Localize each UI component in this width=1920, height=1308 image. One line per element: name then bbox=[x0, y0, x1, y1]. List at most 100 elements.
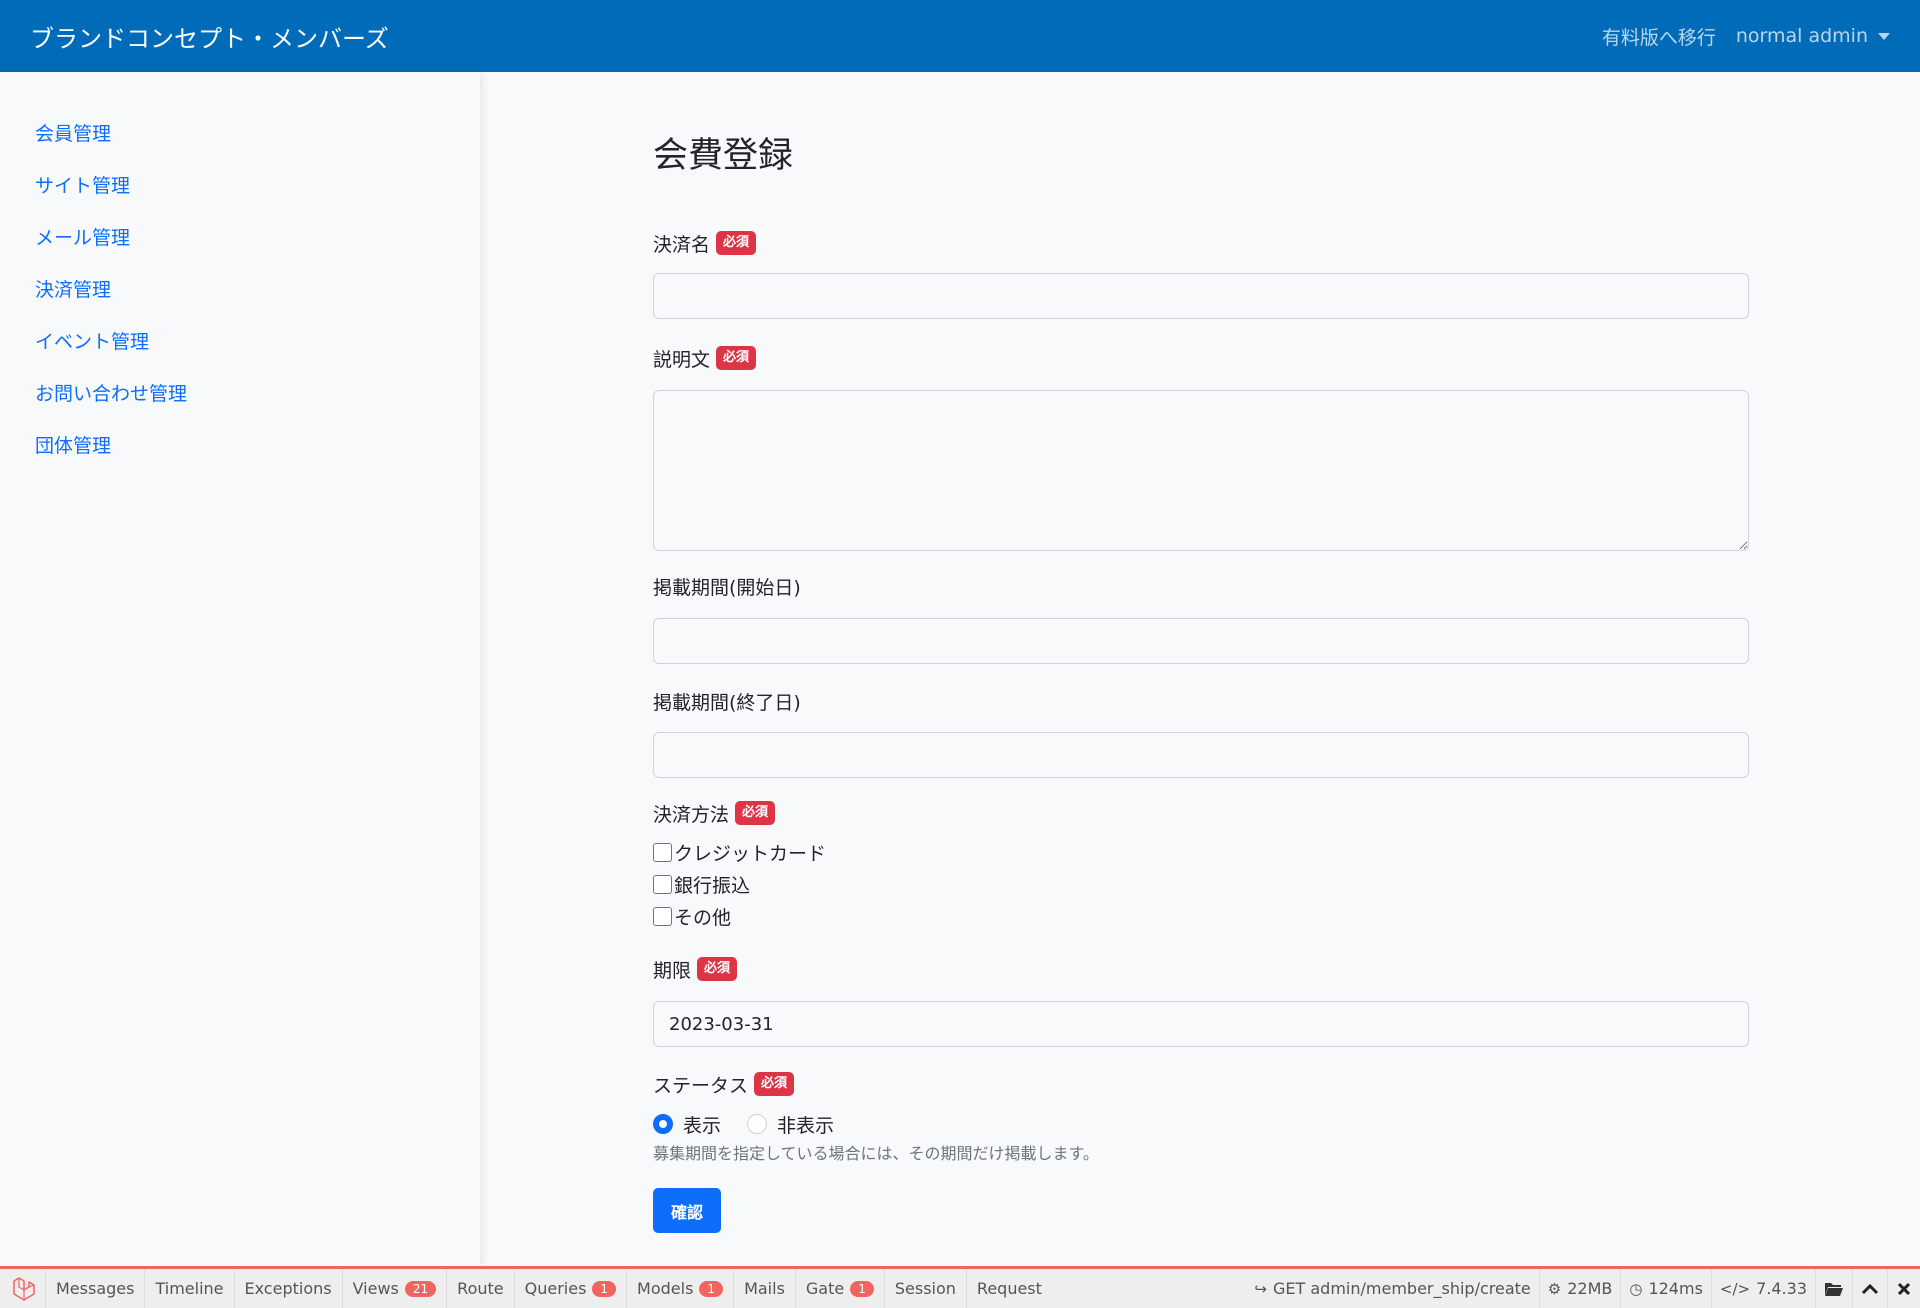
debugbar-tab-exceptions[interactable]: Exceptions bbox=[235, 1269, 343, 1308]
debugbar-tab-label: Exceptions bbox=[244, 1279, 332, 1298]
navbar-right: 有料版へ移行 normal admin bbox=[1602, 23, 1890, 50]
debugbar-tab-models[interactable]: Models 1 bbox=[627, 1269, 735, 1308]
sidebar-item-payment[interactable]: 決済管理 bbox=[0, 264, 480, 316]
required-badge: 必須 bbox=[716, 346, 757, 370]
debugbar-tab-queries[interactable]: Queries 1 bbox=[515, 1269, 628, 1308]
payment-method-label-text: 決済方法 bbox=[653, 803, 730, 826]
debugbar-count-badge: 21 bbox=[404, 1280, 437, 1297]
sidebar-item-mail[interactable]: メール管理 bbox=[0, 212, 480, 264]
deadline-input[interactable] bbox=[653, 1001, 1749, 1047]
sidebar-item-event[interactable]: イベント管理 bbox=[0, 316, 480, 368]
checkbox-other-label: その他 bbox=[674, 906, 732, 929]
sidebar: 会員管理 サイト管理 メール管理 決済管理 イベント管理 お問い合わせ管理 団体… bbox=[0, 72, 480, 1268]
confirm-button[interactable]: 確認 bbox=[653, 1188, 721, 1233]
folder-open-icon bbox=[1825, 1282, 1843, 1296]
debugbar-maximize-button[interactable] bbox=[1852, 1269, 1887, 1308]
debugbar-tab-gate[interactable]: Gate 1 bbox=[796, 1269, 885, 1308]
debugbar-tab-mails[interactable]: Mails bbox=[734, 1269, 796, 1308]
payment-method-label: 決済方法 必須 bbox=[653, 798, 1749, 828]
debugbar-memory-indicator[interactable]: ⚙ 22MB bbox=[1538, 1269, 1621, 1308]
sidebar-item-contact[interactable]: お問い合わせ管理 bbox=[0, 368, 480, 420]
status-label-text: ステータス bbox=[653, 1074, 749, 1097]
debugbar-php-indicator[interactable]: </> 7.4.33 bbox=[1710, 1269, 1815, 1308]
debugbar-tab-views[interactable]: Views 21 bbox=[343, 1269, 448, 1308]
debugbar-route-indicator[interactable]: ↪ GET admin/member_ship/create bbox=[1246, 1269, 1538, 1308]
debugbar-tab-route[interactable]: Route bbox=[447, 1269, 515, 1308]
checkbox-bank[interactable] bbox=[653, 874, 672, 894]
sidebar-item-site[interactable]: サイト管理 bbox=[0, 160, 480, 212]
debugbar-tab-label: Views bbox=[352, 1279, 399, 1298]
debugbar-tab-label: Queries bbox=[524, 1279, 587, 1298]
end-date-input[interactable] bbox=[653, 732, 1749, 778]
debugbar-time-indicator[interactable]: ◷ 124ms bbox=[1620, 1269, 1711, 1308]
required-badge: 必須 bbox=[754, 1072, 795, 1096]
debugbar-tabs: Messages Timeline Exceptions Views 21 Rou… bbox=[0, 1269, 1052, 1308]
debugbar-tab-label: Session bbox=[894, 1279, 956, 1298]
cogs-icon: ⚙ bbox=[1547, 1279, 1562, 1298]
payment-method-option-bank[interactable]: 銀行振込 bbox=[653, 868, 1749, 900]
debugbar-tab-label: Mails bbox=[744, 1279, 785, 1298]
debugbar-tab-label: Request bbox=[976, 1279, 1042, 1298]
debugbar-tab-session[interactable]: Session bbox=[885, 1269, 967, 1308]
debugbar-count-badge: 1 bbox=[592, 1280, 617, 1297]
debugbar-time-text: 124ms bbox=[1648, 1279, 1703, 1298]
debugbar-open-button[interactable] bbox=[1815, 1269, 1852, 1308]
status-label: ステータス 必須 bbox=[653, 1069, 1749, 1099]
checkbox-credit[interactable] bbox=[653, 842, 672, 862]
debugbar-count-badge: 1 bbox=[850, 1280, 874, 1297]
share-icon: ↪ bbox=[1254, 1279, 1267, 1298]
description-label-text: 説明文 bbox=[653, 348, 711, 371]
debugbar-count-badge: 1 bbox=[699, 1280, 724, 1297]
status-help-text: 募集期間を指定している場合には、その期間だけ掲載します。 bbox=[653, 1144, 1099, 1163]
radio-visible-label: 表示 bbox=[683, 1114, 722, 1137]
debugbar-tab-label: Route bbox=[457, 1279, 504, 1298]
debugbar-route-text: GET admin/member_ship/create bbox=[1273, 1279, 1531, 1298]
debugbar-tab-label: Models bbox=[637, 1279, 694, 1298]
end-date-label-text: 掲載期間(終了日) bbox=[653, 691, 801, 714]
radio-hidden-label: 非表示 bbox=[777, 1114, 835, 1137]
payment-method-option-other[interactable]: その他 bbox=[653, 900, 1749, 932]
required-badge: 必須 bbox=[697, 957, 738, 981]
description-label: 説明文 必須 bbox=[653, 343, 1749, 373]
description-textarea[interactable] bbox=[653, 390, 1749, 551]
page-title: 会費登録 bbox=[653, 136, 794, 176]
checkbox-credit-label: クレジットカード bbox=[674, 842, 827, 865]
user-menu[interactable]: normal admin bbox=[1736, 25, 1890, 47]
checkbox-other[interactable] bbox=[653, 906, 672, 926]
debugbar-php-version: 7.4.33 bbox=[1756, 1279, 1807, 1298]
chevron-down-icon bbox=[1878, 32, 1890, 40]
sidebar-item-group[interactable]: 団体管理 bbox=[0, 420, 480, 472]
payment-name-label: 決済名 必須 bbox=[653, 228, 1749, 258]
radio-visible[interactable] bbox=[653, 1114, 673, 1134]
sidebar-item-members[interactable]: 会員管理 bbox=[0, 108, 480, 160]
debugbar-tab-timeline[interactable]: Timeline bbox=[145, 1269, 235, 1308]
debugbar: Messages Timeline Exceptions Views 21 Rou… bbox=[0, 1266, 1920, 1308]
debugbar-tab-label: Messages bbox=[56, 1279, 135, 1298]
clock-icon: ◷ bbox=[1629, 1279, 1643, 1298]
brand-title[interactable]: ブランドコンセプト・メンバーズ bbox=[30, 19, 389, 54]
checkbox-bank-label: 銀行振込 bbox=[674, 874, 751, 897]
debugbar-tab-label: Gate bbox=[805, 1279, 845, 1298]
user-name: normal admin bbox=[1735, 25, 1868, 47]
laravel-logo-icon[interactable] bbox=[0, 1269, 46, 1308]
debugbar-memory-text: 22MB bbox=[1567, 1279, 1613, 1298]
debugbar-tab-messages[interactable]: Messages bbox=[46, 1269, 146, 1308]
debugbar-close-button[interactable] bbox=[1887, 1269, 1920, 1308]
deadline-label-text: 期限 bbox=[653, 959, 692, 982]
close-icon bbox=[1897, 1282, 1911, 1295]
payment-name-input[interactable] bbox=[653, 273, 1749, 319]
debugbar-tab-request[interactable]: Request bbox=[967, 1269, 1052, 1308]
start-date-input[interactable] bbox=[653, 618, 1749, 664]
top-navbar: ブランドコンセプト・メンバーズ 有料版へ移行 normal admin bbox=[0, 0, 1920, 72]
end-date-label: 掲載期間(終了日) bbox=[653, 686, 1749, 716]
payment-method-options: クレジットカード 銀行振込 その他 bbox=[653, 836, 1749, 932]
required-badge: 必須 bbox=[735, 801, 776, 825]
payment-name-label-text: 決済名 bbox=[653, 233, 711, 256]
deadline-label: 期限 必須 bbox=[653, 954, 1749, 984]
payment-method-option-credit[interactable]: クレジットカード bbox=[653, 836, 1749, 868]
start-date-label-text: 掲載期間(開始日) bbox=[653, 576, 801, 599]
debugbar-indicators: ↪ GET admin/member_ship/create ⚙ 22MB ◷ … bbox=[1246, 1269, 1920, 1308]
radio-hidden[interactable] bbox=[747, 1114, 768, 1134]
debugbar-tab-label: Timeline bbox=[155, 1279, 224, 1298]
upgrade-link[interactable]: 有料版へ移行 bbox=[1602, 23, 1716, 50]
